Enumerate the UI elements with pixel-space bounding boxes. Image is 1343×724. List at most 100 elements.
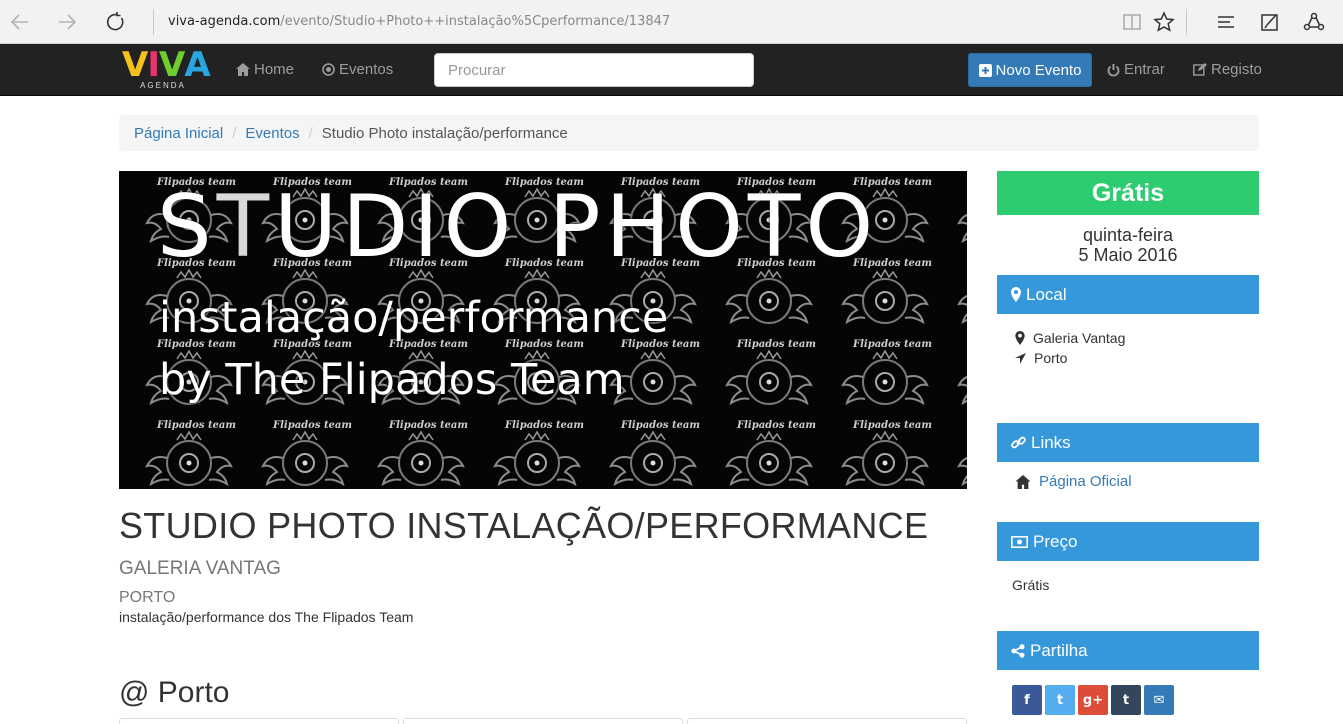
bottom-cards — [119, 718, 967, 724]
nav-home-link[interactable]: Home — [236, 61, 294, 78]
svg-text:Flipados team: Flipados team — [272, 420, 352, 431]
share-facebook-button[interactable]: f — [1012, 685, 1042, 715]
nav-register-link[interactable]: Registo — [1193, 61, 1262, 78]
search-input[interactable] — [434, 53, 754, 87]
favorite-star-icon[interactable] — [1150, 8, 1178, 36]
url-domain: viva-agenda.com — [168, 14, 281, 29]
share-panel-heading: Partilha — [997, 631, 1259, 670]
logo-letter: V — [158, 45, 185, 85]
pattern-emblem: Flipados team — [145, 420, 236, 487]
pattern-emblem: Flipados team — [841, 339, 932, 406]
power-icon — [1107, 63, 1120, 76]
svg-text:Flipados team: Flipados team — [388, 420, 468, 431]
price-panel-heading: Preço — [997, 522, 1259, 561]
breadcrumb-separator: / — [232, 124, 237, 142]
card — [119, 718, 399, 724]
logo-letter: V — [122, 45, 148, 85]
local-panel-heading: Local — [997, 275, 1259, 314]
share-twitter-button[interactable]: t — [1045, 685, 1075, 715]
forward-icon[interactable] — [53, 8, 81, 36]
map-marker-icon — [1011, 287, 1021, 302]
logo-letter: A — [184, 45, 210, 85]
viva-agenda-logo[interactable]: V I V A AGENDA — [122, 45, 211, 92]
address-bar[interactable]: viva-agenda.com/evento/Studio+Photo++ins… — [168, 14, 670, 29]
link-icon — [1011, 436, 1026, 449]
pattern-emblem: Flipados team — [957, 294, 967, 325]
map-marker-icon — [1015, 331, 1025, 345]
event-city: Porto — [119, 589, 176, 606]
share-tumblr-button[interactable]: t — [1111, 685, 1141, 715]
official-page-row: Página Oficial — [1015, 473, 1132, 490]
refresh-icon[interactable] — [101, 8, 129, 36]
pattern-emblem: Flipados team — [609, 420, 700, 487]
links-panel-heading: Links — [997, 423, 1259, 462]
share-icon[interactable] — [1300, 8, 1328, 36]
site-navbar: V I V A AGENDA Home Eventos Novo Evento … — [0, 44, 1343, 96]
share-google-plus-button[interactable]: g+ — [1078, 685, 1108, 715]
svg-text:Flipados team: Flipados team — [852, 420, 932, 431]
poster-line-2: by The Flipados Team — [159, 355, 625, 405]
nav-events-link[interactable]: Eventos — [322, 61, 393, 78]
breadcrumb-current: Studio Photo instalação/performance — [321, 124, 568, 142]
home-icon — [1015, 474, 1031, 489]
event-title: STUDIO PHOTO INSTALAÇÃO/PERFORMANCE — [119, 505, 929, 546]
logo-letter: I — [147, 45, 160, 85]
share-email-button[interactable]: ✉ — [1144, 685, 1174, 715]
pattern-emblem: Flipados team — [957, 375, 967, 406]
nav-events-label: Eventos — [339, 61, 394, 78]
card — [687, 718, 967, 724]
url-path: /evento/Studio+Photo++instalação%5Cperfo… — [280, 14, 671, 29]
official-page-link[interactable]: Página Oficial — [1039, 473, 1132, 490]
toolbar-separator — [1186, 9, 1187, 35]
reading-view-icon[interactable] — [1118, 8, 1146, 36]
local-venue-row: Galeria Vantag — [1015, 330, 1125, 346]
svg-text:Flipados team: Flipados team — [736, 339, 816, 350]
share-alt-icon — [1011, 643, 1025, 658]
price-value-row: Grátis — [1012, 577, 1049, 593]
new-event-label: Novo Evento — [995, 61, 1082, 79]
nav-login-link[interactable]: Entrar — [1107, 61, 1165, 78]
card — [403, 718, 683, 724]
local-city: Porto — [1034, 350, 1068, 366]
price-banner: Grátis — [997, 171, 1259, 215]
svg-text:Flipados team: Flipados team — [852, 339, 932, 350]
breadcrumb-home-link[interactable]: Página Inicial — [134, 125, 223, 142]
pattern-emblem: Flipados team — [493, 420, 584, 487]
plus-square-icon — [978, 63, 992, 77]
breadcrumb-separator: / — [308, 124, 313, 142]
poster-title: STUDIO PHOTO — [157, 177, 879, 277]
pattern-emblem: Flipados team — [957, 213, 967, 244]
hub-icon[interactable] — [1212, 8, 1240, 36]
back-icon[interactable] — [6, 8, 34, 36]
svg-text:Flipados team: Flipados team — [736, 420, 816, 431]
pattern-emblem: Flipados team — [725, 420, 816, 487]
poster-line-1: instalação/performance — [159, 293, 669, 343]
share-heading-label: Partilha — [1030, 640, 1088, 660]
address-separator — [153, 9, 154, 35]
price-heading-label: Preço — [1033, 531, 1078, 551]
at-city-heading: @ Porto — [119, 676, 230, 709]
logo-letters: V I V A — [122, 45, 211, 85]
nav-register-label: Registo — [1211, 61, 1262, 78]
pattern-emblem: Flipados team — [841, 420, 932, 487]
event-weekday: quinta-feira — [1082, 225, 1174, 245]
breadcrumb-events-link[interactable]: Eventos — [245, 125, 299, 142]
svg-text:Flipados team: Flipados team — [504, 420, 584, 431]
share-buttons: f t g+ t ✉ — [1012, 685, 1174, 715]
nav-login-label: Entrar — [1124, 61, 1165, 78]
new-event-button[interactable]: Novo Evento — [968, 53, 1092, 87]
pattern-emblem: Flipados team — [957, 456, 967, 487]
pattern-emblem: Flipados team — [725, 339, 816, 406]
event-poster-image: Flipados team Flipados team Flipados team F… — [119, 171, 967, 489]
breadcrumb: Página Inicial / Eventos / Studio Photo … — [119, 115, 1259, 151]
event-venue: Galeria Vantag — [119, 558, 281, 579]
links-heading-label: Links — [1031, 432, 1071, 452]
location-arrow-icon — [1015, 352, 1026, 364]
web-note-icon[interactable] — [1256, 8, 1284, 36]
event-date-text: 5 Maio 2016 — [1078, 245, 1178, 265]
home-icon — [236, 63, 250, 76]
local-city-row: Porto — [1015, 350, 1067, 366]
edit-icon — [1193, 63, 1207, 76]
price-value: Grátis — [1012, 577, 1050, 593]
svg-text:Flipados team: Flipados team — [156, 420, 236, 431]
